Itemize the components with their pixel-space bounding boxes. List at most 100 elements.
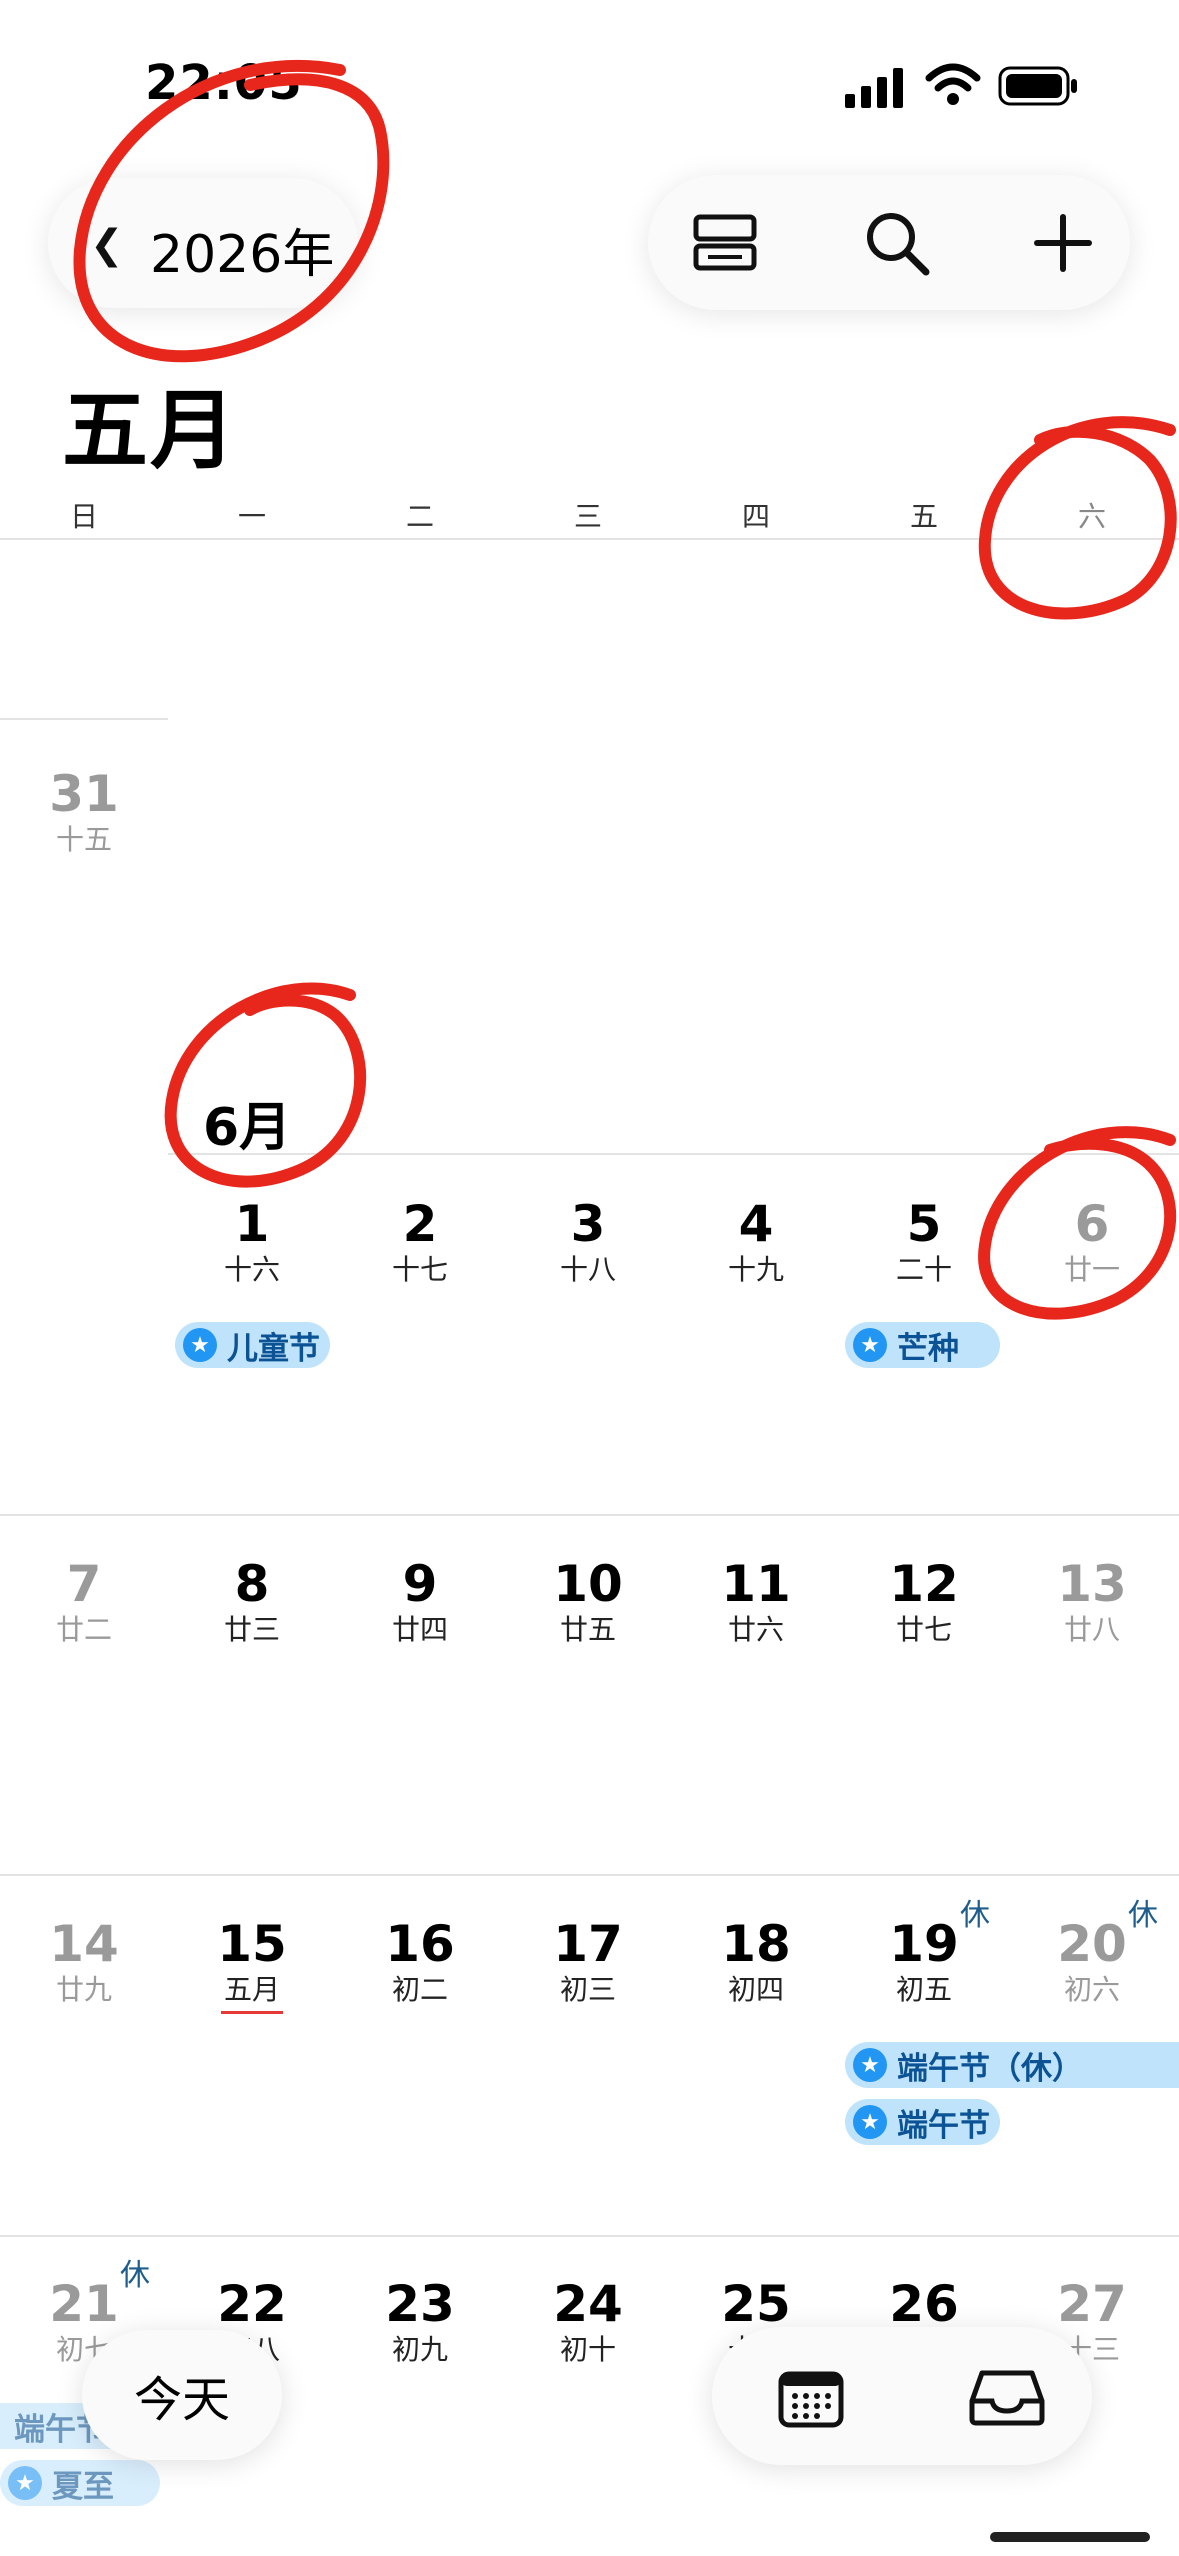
year-label[interactable]: 2026年: [150, 212, 334, 287]
lunar-date: 五月: [223, 1973, 280, 2006]
day-cell[interactable]: 1 十六: [168, 1195, 336, 1287]
row-divider: [0, 2235, 1179, 2237]
day-cell[interactable]: 24 初十: [504, 2275, 672, 2367]
day-cell[interactable]: 12 廿七: [840, 1555, 1008, 1647]
day-number: 25: [721, 2275, 791, 2333]
day-number: 13: [1057, 1555, 1127, 1613]
row-divider-june: [168, 1153, 1179, 1155]
cellular-signal-icon: [845, 68, 903, 108]
holiday-rest-badge: 休: [960, 1898, 990, 1933]
day-number: 12: [889, 1555, 959, 1613]
lunar-date: 廿一: [1063, 1253, 1120, 1286]
day-cell[interactable]: 11 廿六: [672, 1555, 840, 1647]
day-cell[interactable]: 10 廿五: [504, 1555, 672, 1647]
row-divider-may: [0, 718, 168, 720]
lunar-date: 初五: [895, 1973, 952, 2006]
add-event-button[interactable]: [1018, 198, 1108, 288]
day-number: 10: [553, 1555, 623, 1613]
row-divider: [0, 1874, 1179, 1876]
lunar-date: 十七: [391, 1253, 448, 1286]
lunar-date: 十五: [55, 823, 112, 856]
holiday-rest-badge: 休: [120, 2258, 150, 2293]
event-star-icon: ★: [8, 2466, 42, 2500]
day-number: 14: [49, 1915, 119, 1973]
lunar-date: 廿五: [559, 1613, 616, 1646]
day-cell[interactable]: 31 十五: [0, 765, 168, 857]
day-cell[interactable]: 17 初三: [504, 1915, 672, 2007]
day-cell[interactable]: 18 初四: [672, 1915, 840, 2007]
holiday-rest-badge: 休: [1128, 1898, 1158, 1933]
search-icon: [867, 213, 930, 276]
day-cell[interactable]: 16 初二: [336, 1915, 504, 2007]
day-cell[interactable]: 5 二十: [840, 1195, 1008, 1287]
calendars-button[interactable]: [766, 2352, 856, 2442]
day-cell[interactable]: 2 十七: [336, 1195, 504, 1287]
weekday-sat: 六: [1077, 500, 1106, 533]
event-dragon-boat-rest[interactable]: ★ 端午节（休）: [845, 2042, 1179, 2088]
search-button[interactable]: [852, 198, 942, 288]
day-number: 5: [906, 1195, 942, 1253]
day-number: 17: [553, 1915, 623, 1973]
lunar-date: 十八: [559, 1253, 616, 1286]
day-cell[interactable]: 13 廿八: [1008, 1555, 1176, 1647]
day-cell[interactable]: 8 廿三: [168, 1555, 336, 1647]
view-toggle-button[interactable]: [680, 198, 770, 288]
month-label-june: 6月: [203, 1098, 292, 1158]
event-dragon-boat[interactable]: ★ 端午节: [845, 2099, 1000, 2145]
weekday-wed: 三: [573, 500, 602, 533]
day-number: 3: [570, 1195, 606, 1253]
lunar-date: 廿七: [895, 1613, 952, 1646]
weekday-divider: [0, 538, 1179, 540]
lunar-date: 廿九: [55, 1973, 112, 2006]
lunar-date: 十九: [727, 1253, 784, 1286]
day-number: 23: [385, 2275, 455, 2333]
day-number: 9: [402, 1555, 438, 1613]
day-number: 2: [402, 1195, 438, 1253]
day-number: 22: [217, 2275, 287, 2333]
day-cell[interactable]: 23 初九: [336, 2275, 504, 2367]
event-star-icon: ★: [853, 1328, 887, 1362]
day-cell[interactable]: 7 廿二: [0, 1555, 168, 1647]
day-cell[interactable]: 3 十八: [504, 1195, 672, 1287]
row-divider: [0, 1514, 1179, 1516]
day-cell[interactable]: 4 十九: [672, 1195, 840, 1287]
inbox-button[interactable]: [962, 2352, 1052, 2442]
event-summer-solstice[interactable]: ★ 夏至: [0, 2460, 160, 2506]
day-cell[interactable]: 9 廿四: [336, 1555, 504, 1647]
weekday-sun: 日: [69, 500, 98, 533]
day-number: 8: [234, 1555, 270, 1613]
day-number: 7: [66, 1555, 102, 1613]
event-children-day[interactable]: ★ 儿童节: [175, 1322, 330, 1368]
day-cell[interactable]: 6 廿一: [1008, 1195, 1176, 1287]
weekday-tue: 二: [405, 500, 434, 533]
lunar-date: 二十: [895, 1253, 952, 1286]
weekday-fri: 五: [909, 500, 938, 533]
day-number: 27: [1057, 2275, 1127, 2333]
calendar-icon: [778, 2371, 844, 2428]
day-number: 6: [1074, 1195, 1110, 1253]
event-grain-in-ear[interactable]: ★ 芒种: [845, 1322, 1000, 1368]
day-cell[interactable]: 14 廿九: [0, 1915, 168, 2007]
lunar-date: 初四: [727, 1973, 784, 2006]
day-number: 16: [385, 1915, 455, 1973]
day-number: 26: [889, 2275, 959, 2333]
lunar-date: 廿六: [727, 1613, 784, 1646]
home-indicator: [990, 2532, 1150, 2542]
day-number: 31: [49, 765, 119, 823]
lunar-date: 廿二: [55, 1613, 112, 1646]
weekday-mon: 一: [237, 500, 266, 533]
day-cell[interactable]: 15 五月: [168, 1915, 336, 2014]
event-star-icon: ★: [853, 2105, 887, 2139]
lunar-date: 初三: [559, 1973, 616, 2006]
event-title: 夏至: [52, 2468, 114, 2505]
day-number: 18: [721, 1915, 791, 1973]
today-underline: [221, 2011, 283, 2014]
lunar-date: 初十: [559, 2333, 616, 2366]
inbox-icon: [969, 2370, 1045, 2426]
back-chevron-icon[interactable]: ❮: [90, 222, 124, 268]
month-title: 五月: [62, 381, 238, 481]
today-button[interactable]: 今天: [82, 2330, 282, 2460]
day-number: 24: [553, 2275, 623, 2333]
day-number: 1: [234, 1195, 270, 1253]
day-number: 4: [738, 1195, 774, 1253]
